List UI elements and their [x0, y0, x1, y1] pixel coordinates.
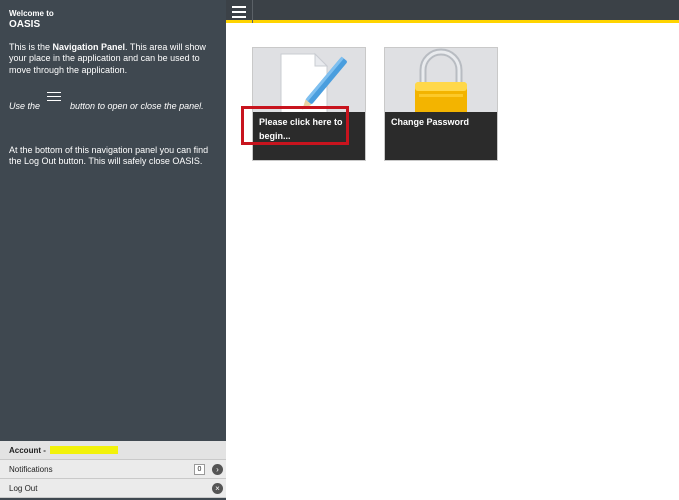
menu-icon	[47, 92, 61, 102]
app-name: OASIS	[9, 19, 41, 31]
padlock-icon	[385, 48, 497, 112]
account-label: Account -	[9, 445, 46, 455]
begin-tile[interactable]: Please click here to begin...	[252, 47, 366, 161]
intro-prefix: This is the	[9, 42, 53, 52]
begin-tile-label: Please click here to begin...	[253, 112, 365, 160]
notifications-count-badge: 0	[194, 464, 205, 475]
welcome-text: Welcome to	[9, 9, 54, 18]
use-instruction: Use the button to open or close the pane…	[9, 90, 221, 112]
logout-row[interactable]: Log Out ×	[0, 479, 226, 498]
change-password-label: Change Password	[385, 112, 497, 160]
close-icon[interactable]: ×	[212, 483, 223, 494]
notifications-label: Notifications	[9, 464, 53, 474]
logout-instruction: At the bottom of this navigation panel y…	[9, 145, 209, 167]
sidebar-header: Welcome to OASIS	[9, 9, 54, 31]
menu-toggle-button[interactable]	[226, 0, 253, 23]
use-prefix: Use the	[9, 101, 41, 111]
intro-bold: Navigation Panel	[52, 42, 126, 52]
change-password-tile[interactable]: Change Password	[384, 47, 498, 161]
notifications-row[interactable]: Notifications 0 ›	[0, 460, 226, 479]
chevron-right-icon[interactable]: ›	[212, 464, 223, 475]
sidebar-footer: Account - redacted Notifications 0 › Log…	[0, 441, 226, 498]
account-row[interactable]: Account - redacted	[0, 441, 226, 460]
logout-label: Log Out	[9, 483, 38, 493]
top-bar	[226, 0, 679, 23]
intro-text: This is the Navigation Panel. This area …	[9, 42, 221, 76]
document-pen-icon	[253, 48, 365, 112]
use-suffix: button to open or close the panel.	[70, 101, 204, 111]
navigation-panel: Welcome to OASIS This is the Navigation …	[0, 0, 226, 500]
account-id-redacted: redacted	[49, 446, 118, 454]
app-root: Welcome to OASIS This is the Navigation …	[0, 0, 679, 500]
